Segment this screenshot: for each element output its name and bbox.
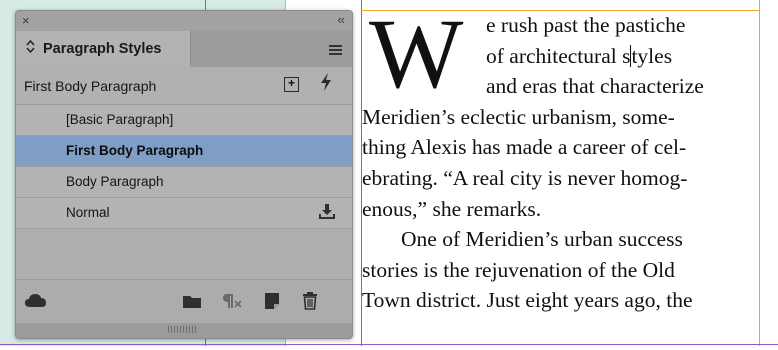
text-line: ebrating. “A real city is never homog-: [362, 166, 688, 190]
tab-label: Paragraph Styles: [43, 41, 162, 57]
tab-paragraph-styles[interactable]: Paragraph Styles: [16, 31, 191, 67]
panel-resize-bar[interactable]: [16, 323, 352, 338]
drop-cap: W: [369, 0, 464, 109]
text-line: One of Meridien’s urban success: [401, 227, 683, 252]
style-item-label: Normal: [66, 205, 110, 220]
expand-toggle-icon[interactable]: [26, 39, 35, 56]
paragraph-styles-panel[interactable]: × ‹‹ Paragraph Styles First Body Paragra…: [15, 10, 353, 339]
text-line: thing Alexis has made a career of cel-: [362, 135, 687, 160]
imported-style-icon: [318, 203, 336, 221]
text-line: and eras that characterize: [486, 74, 704, 99]
story-text-frame[interactable]: W e rush past the pastiche of architectu…: [361, 4, 755, 350]
text-line: of architectural styles: [486, 43, 673, 68]
style-item-normal[interactable]: Normal: [16, 198, 352, 229]
text-line: Town district. Just eight years ago, the: [362, 288, 693, 313]
text-line: e rush past the pastiche: [486, 13, 686, 37]
style-list: [Basic Paragraph] First Body Paragraph B…: [16, 105, 352, 229]
close-icon[interactable]: ×: [22, 13, 30, 28]
new-style-icon[interactable]: [264, 292, 280, 315]
panel-menu-icon[interactable]: [329, 45, 342, 57]
style-item-label: [Basic Paragraph]: [66, 112, 174, 127]
panel-tab-bar: Paragraph Styles: [16, 31, 352, 67]
delete-style-icon[interactable]: [302, 291, 318, 315]
text-line: Meridien’s eclectic urbanism, some-: [362, 104, 675, 129]
style-item-label: First Body Paragraph: [66, 143, 204, 158]
style-item-basic-paragraph[interactable]: [Basic Paragraph]: [16, 105, 352, 136]
text-line: enous,” she remarks.: [362, 196, 542, 221]
create-style-from-override-icon[interactable]: +: [284, 77, 299, 92]
style-item-label: Body Paragraph: [66, 174, 164, 189]
panel-title-bar[interactable]: × ‹‹: [16, 11, 352, 31]
cloud-library-icon[interactable]: [24, 292, 48, 315]
margin-guide-right: [759, 0, 760, 346]
quick-apply-icon[interactable]: [320, 73, 332, 96]
current-style-row: First Body Paragraph +: [16, 68, 352, 105]
collapse-icon[interactable]: ‹‹: [337, 12, 345, 27]
new-group-folder-icon[interactable]: [182, 294, 202, 314]
current-style-label: First Body Paragraph: [24, 78, 157, 94]
panel-footer: [16, 279, 352, 324]
resize-grip-icon[interactable]: [168, 326, 198, 333]
text-line: stories is the rejuvenation of the Old: [362, 257, 675, 282]
style-item-first-body-paragraph[interactable]: First Body Paragraph: [16, 136, 352, 167]
clear-overrides-icon[interactable]: [221, 292, 243, 315]
style-item-body-paragraph[interactable]: Body Paragraph: [16, 167, 352, 198]
